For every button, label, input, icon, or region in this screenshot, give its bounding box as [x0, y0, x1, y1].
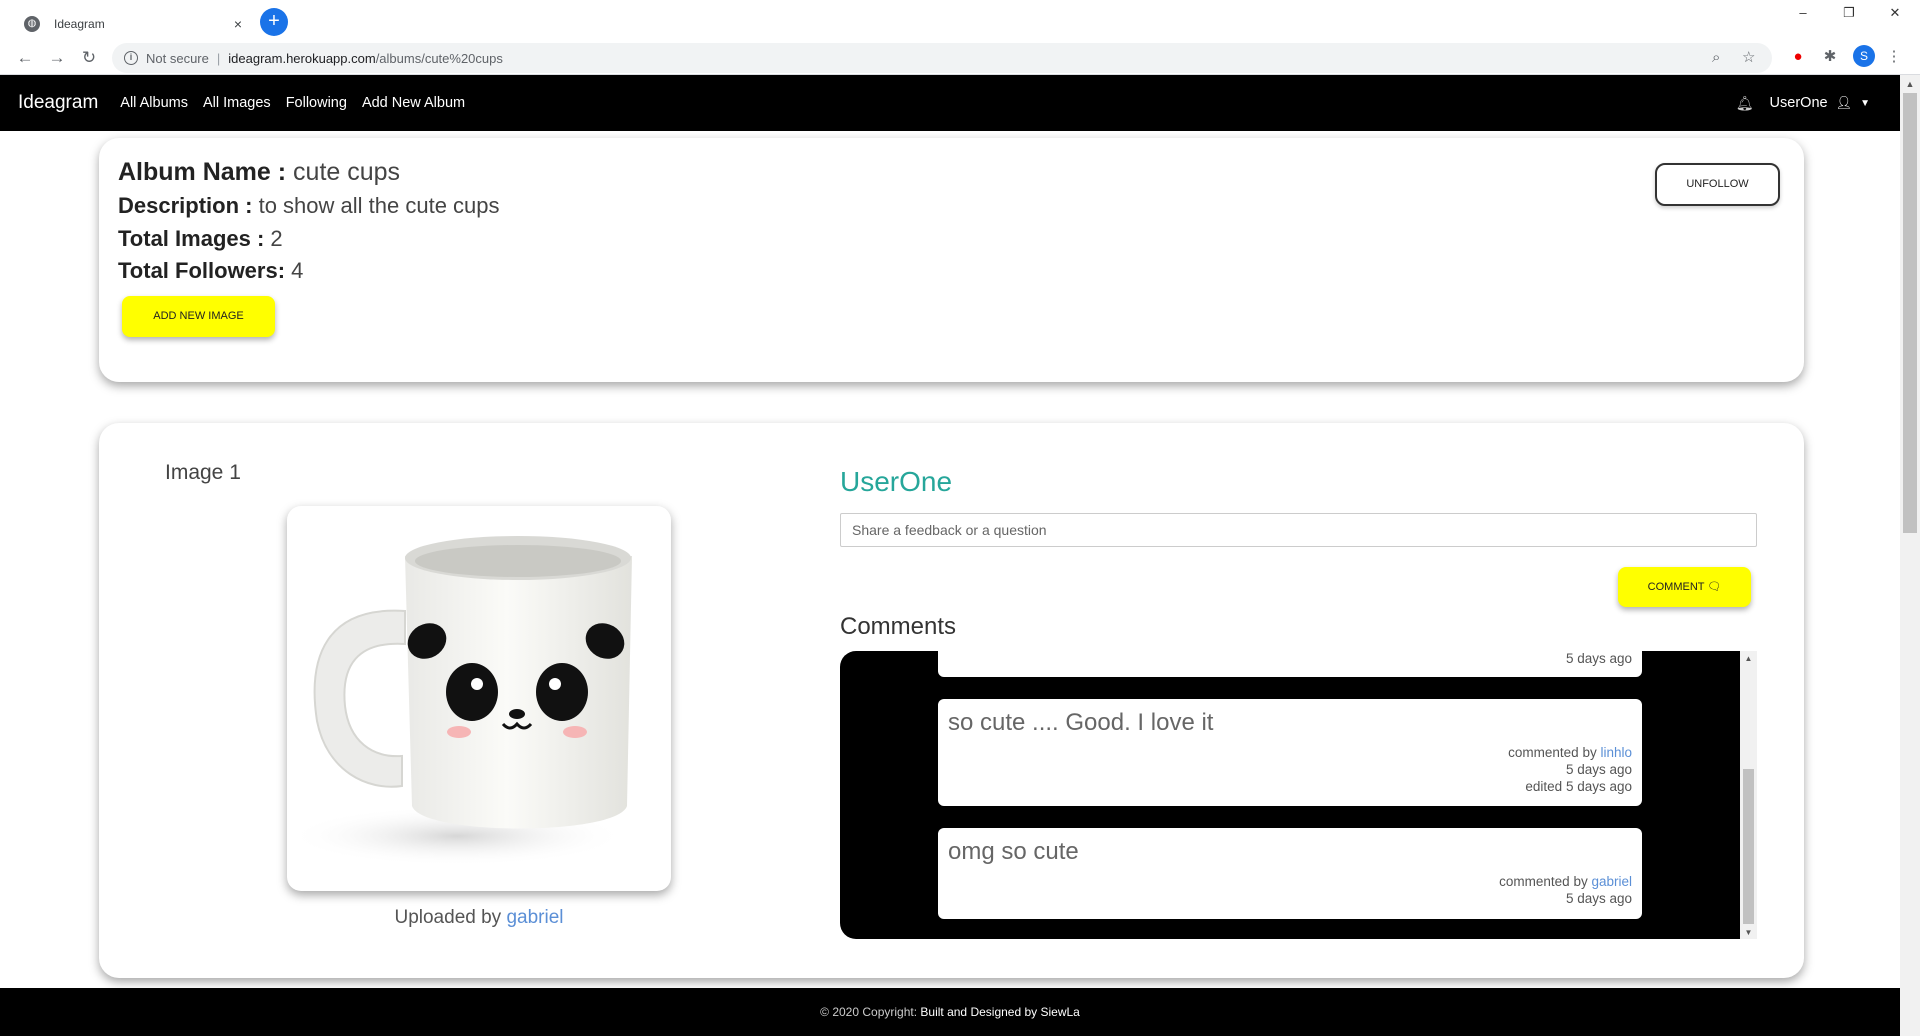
album-description-label: Description : [118, 193, 253, 218]
panda-mug-illustration [287, 536, 632, 866]
tab-close-icon[interactable]: × [230, 16, 246, 32]
comment-author-line: commented by linhlo [1508, 745, 1632, 760]
opera-extension-icon[interactable]: ● [1786, 45, 1810, 69]
url-host: ideagram.herokuapp.com [228, 50, 376, 66]
total-images-value: 2 [270, 226, 283, 251]
minimize-icon[interactable]: – [1780, 0, 1826, 30]
footer-credit-link[interactable]: Built and Designed by SiewLa [920, 1005, 1079, 1019]
user-menu[interactable]: 🔔︎ UserOne 👤︎ ▼ [1736, 75, 1870, 131]
comment-button[interactable]: COMMENT 🗨︎ [1618, 567, 1751, 607]
album-info-card: Album Name : cute cups Description : to … [99, 138, 1804, 382]
uploaded-by-label: Uploaded by [394, 907, 502, 928]
url-text: ideagram.herokuapp.com/albums/cute%20cup… [228, 51, 503, 66]
browser-tab[interactable]: ◍ Ideagram × [12, 6, 258, 41]
comments-scroll-up-icon[interactable]: ▲ [1740, 654, 1757, 663]
comments-list[interactable]: 5 days ago so cute .... Good. I love it … [840, 651, 1757, 939]
comments-scrollbar-thumb[interactable] [1743, 769, 1754, 924]
album-name-label: Album Name : [118, 158, 287, 186]
comment-text: omg so cute [948, 838, 1079, 865]
unfollow-button[interactable]: UNFOLLOW [1655, 163, 1780, 206]
address-bar[interactable]: i Not secure | ideagram.herokuapp.com/al… [112, 43, 1772, 73]
browser-toolbar: ← → ↻ i Not secure | ideagram.herokuapp.… [0, 41, 1920, 75]
reload-icon[interactable]: ↻ [76, 45, 102, 71]
user-icon: 👤︎ [1835, 95, 1853, 110]
commented-by-label: commented by [1499, 874, 1588, 889]
zoom-icon[interactable]: ⌕ [1712, 43, 1720, 73]
restore-icon[interactable]: ❐ [1826, 0, 1872, 30]
comment-author-line: commented by gabriel [1499, 874, 1632, 889]
feedback-input[interactable] [840, 513, 1757, 547]
total-images-row: Total Images : 2 [118, 226, 283, 252]
image-title: Image 1 [165, 461, 241, 484]
comment-time: 5 days ago [1565, 651, 1632, 666]
album-name-row: Album Name : cute cups [118, 158, 400, 187]
image-card: Image 1 Uploaded by gabriel UserOne Shar… [99, 423, 1804, 978]
current-user-name: UserOne [840, 466, 953, 497]
footer-copyright: © 2020 Copyright: [820, 1005, 918, 1019]
profile-avatar[interactable]: S [1853, 45, 1875, 67]
comment-author-link[interactable]: gabriel [1591, 874, 1632, 889]
add-new-image-button[interactable]: ADD NEW IMAGE [122, 296, 275, 337]
site-footer: © 2020 Copyright: Built and Designed by … [0, 988, 1900, 1036]
address-separator: | [216, 50, 221, 66]
comments-scroll-down-icon[interactable]: ▼ [1740, 928, 1757, 937]
comment-item: 5 days ago [938, 651, 1642, 677]
tab-title: Ideagram [54, 16, 105, 31]
comments-heading: Comments [840, 613, 957, 640]
album-description-value: to show all the cute cups [258, 193, 500, 218]
browser-tabbar: ◍ Ideagram × + – ❐ ✕ [0, 0, 1920, 41]
extensions-icon[interactable]: ✱ [1818, 45, 1842, 69]
bell-icon[interactable]: 🔔︎ [1736, 95, 1754, 112]
new-tab-button[interactable]: + [260, 8, 288, 36]
comment-text: so cute .... Good. I love it [948, 709, 1214, 736]
nav-add-new-album[interactable]: Add New Album [362, 95, 465, 111]
nav-all-images[interactable]: All Images [203, 95, 271, 111]
back-icon[interactable]: ← [12, 45, 38, 71]
url-path: /albums/cute%20cups [375, 50, 503, 66]
comment-item: so cute .... Good. I love it commented b… [938, 699, 1642, 806]
not-secure-label: Not secure [146, 50, 209, 66]
info-icon[interactable]: i [124, 51, 138, 65]
commented-by-label: commented by [1508, 745, 1597, 760]
total-followers-label: Total Followers: [118, 258, 286, 283]
comment-bubble-icon: 🗨︎ [1707, 581, 1722, 593]
bookmark-star-icon[interactable]: ☆ [1742, 43, 1755, 73]
close-window-icon[interactable]: ✕ [1872, 0, 1918, 30]
brand-logo[interactable]: Ideagram [18, 92, 98, 114]
uploaded-by: Uploaded by gabriel [199, 907, 759, 929]
comment-time: 5 days ago [1565, 762, 1632, 777]
mug-image[interactable] [287, 506, 671, 891]
comment-edited: edited 5 days ago [1525, 779, 1632, 794]
album-name-value: cute cups [293, 158, 401, 186]
total-followers-value: 4 [291, 258, 304, 283]
comments-scrollbar[interactable]: ▲ ▼ [1740, 651, 1757, 939]
user-menu-name[interactable]: UserOne [1770, 95, 1828, 111]
comment-item: omg so cute commented by gabriel 5 days … [938, 828, 1642, 919]
page-scrollbar-thumb[interactable] [1903, 93, 1917, 533]
caret-down-icon[interactable]: ▼ [1860, 98, 1870, 109]
browser-menu-icon[interactable]: ⋮ [1882, 45, 1906, 69]
total-followers-row: Total Followers: 4 [118, 258, 303, 284]
forward-icon[interactable]: → [44, 45, 70, 71]
page-scrollbar[interactable]: ▲ [1900, 75, 1920, 1036]
uploader-link[interactable]: gabriel [506, 907, 563, 928]
site-navbar: Ideagram All Albums All Images Following… [0, 75, 1900, 131]
album-description-row: Description : to show all the cute cups [118, 193, 500, 219]
comment-button-label: COMMENT [1647, 581, 1705, 593]
nav-following[interactable]: Following [286, 95, 347, 111]
nav-all-albums[interactable]: All Albums [120, 95, 188, 111]
comment-time: 5 days ago [1565, 891, 1632, 906]
comment-author-link[interactable]: linhlo [1600, 745, 1632, 760]
scroll-up-arrow-icon[interactable]: ▲ [1900, 79, 1920, 89]
globe-icon: ◍ [24, 15, 40, 32]
total-images-label: Total Images : [118, 226, 265, 251]
